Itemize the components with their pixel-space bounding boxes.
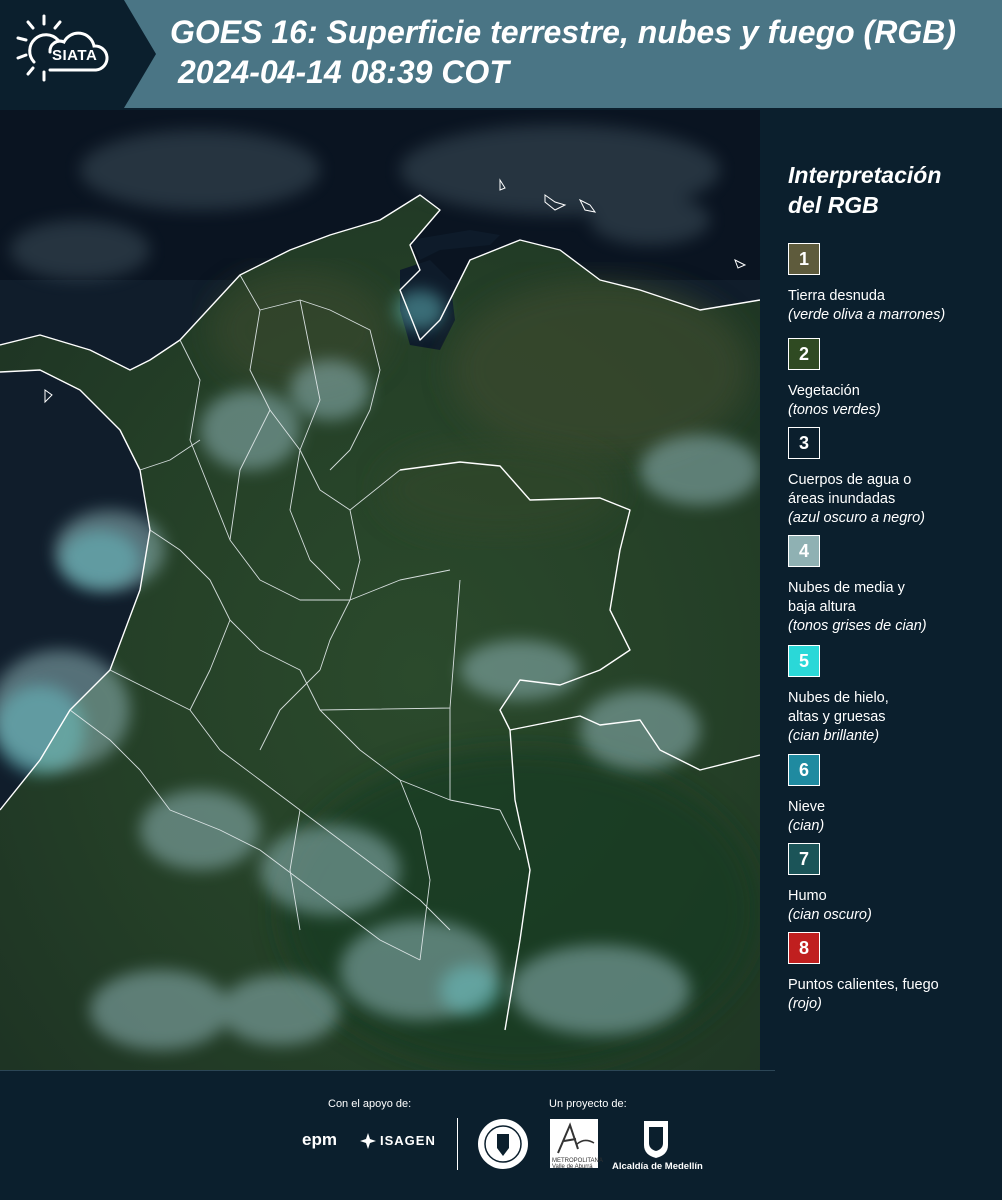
header-bar: SIATA GOES 16: Superficie terrestre, nub… (0, 0, 1002, 108)
legend-sublabel: (cian) (788, 818, 825, 834)
legend-sublabel: (cian oscuro) (788, 907, 872, 923)
legend-label: Tierra desnuda (788, 288, 885, 304)
legend-item: 4 Nubes de media y baja altura (tonos gris… (788, 535, 993, 636)
legend-sublabel: (cian brillante) (788, 728, 880, 744)
legend-sublabel: (tonos verdes) (788, 402, 881, 418)
page-title: GOES 16: Superficie terrestre, nubes y f… (170, 14, 956, 50)
medellin-seal-icon (478, 1119, 528, 1169)
legend-swatch: 5 (788, 645, 820, 677)
legend-label: Cuerpos de agua o áreas inundadas (788, 472, 912, 507)
page-timestamp: 2024-04-14 08:39 COT (178, 54, 509, 90)
legend-item: 5 Nubes de hielo, altas y gruesas (cian br… (788, 645, 993, 746)
logo-chevron (124, 0, 156, 108)
isagen-icon (360, 1133, 376, 1149)
legend-swatch: 8 (788, 932, 820, 964)
satellite-map[interactable] (0, 110, 760, 1070)
alcaldia-shield-icon (644, 1121, 668, 1158)
legend-label: Nubes de media y baja altura (788, 580, 905, 615)
alcaldia-logo-text: Alcaldía de Medellín (612, 1161, 703, 1172)
logo-divider (457, 1118, 458, 1170)
legend-label: Vegetación (788, 383, 860, 399)
legend-item: 6 Nieve (cian) (788, 754, 993, 836)
legend-item: 3 Cuerpos de agua o áreas inundadas (azul … (788, 427, 993, 528)
legend-swatch: 2 (788, 338, 820, 370)
satellite-image (0, 110, 760, 1070)
logo-label: SIATA (52, 47, 98, 64)
project-caption: Un proyecto de: (549, 1098, 627, 1110)
legend-sublabel: (tonos grises de cian) (788, 618, 927, 634)
legend-item: 7 Humo (cian oscuro) (788, 843, 993, 925)
legend-swatch: 4 (788, 535, 820, 567)
siata-logo: SIATA (0, 0, 124, 108)
legend-sublabel: (azul oscuro a negro) (788, 510, 926, 526)
legend-item: 1 Tierra desnuda (verde oliva a marrones) (788, 243, 993, 325)
footer-divider (0, 1070, 775, 1071)
legend-item: 2 Vegetación (tonos verdes) (788, 338, 993, 420)
epm-logo: epm (302, 1130, 337, 1149)
legend-sublabel: (rojo) (788, 996, 822, 1012)
legend-swatch: 6 (788, 754, 820, 786)
legend-swatch: 1 (788, 243, 820, 275)
legend-label: Puntos calientes, fuego (788, 977, 939, 993)
legend-panel: Interpretación del RGB (788, 160, 993, 242)
legend-label: Humo (788, 888, 827, 904)
legend-label: Nubes de hielo, altas y gruesas (788, 690, 889, 725)
isagen-logo: ISAGEN (380, 1133, 436, 1148)
legend-title: Interpretación del RGB (788, 162, 942, 218)
legend-swatch: 7 (788, 843, 820, 875)
area-logo-caption: METROPOLITANA Valle de Aburrá (552, 1158, 603, 1170)
legend-swatch: 3 (788, 427, 820, 459)
legend-item: 8 Puntos calientes, fuego (rojo) (788, 932, 993, 1014)
area-logo-icon (557, 1122, 595, 1154)
support-caption: Con el apoyo de: (328, 1098, 412, 1110)
legend-sublabel: (verde oliva a marrones) (788, 307, 946, 323)
legend-label: Nieve (788, 799, 826, 815)
